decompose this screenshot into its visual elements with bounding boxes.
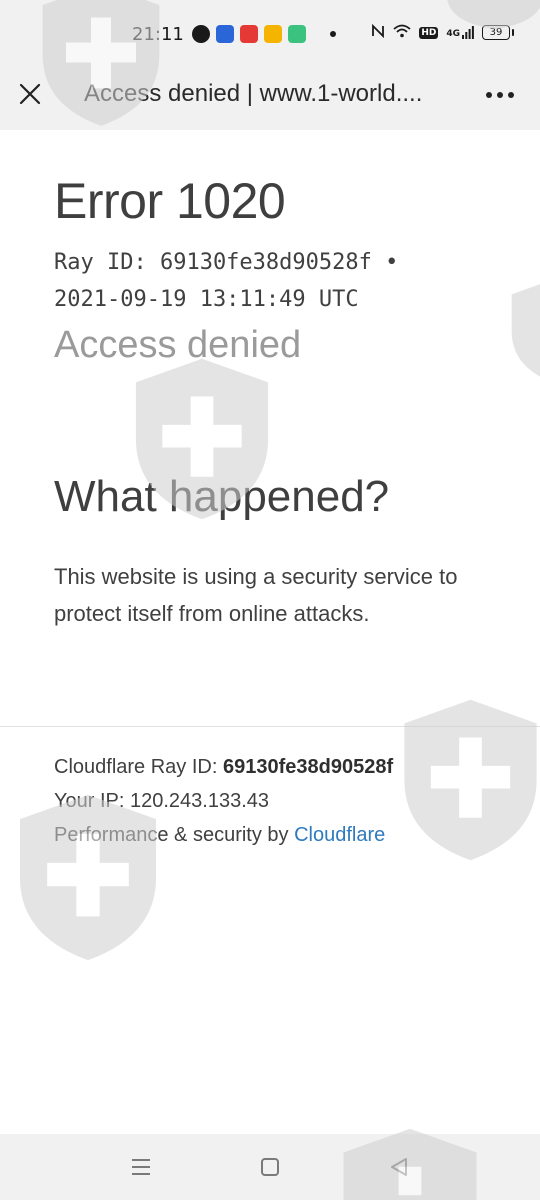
battery-icon: 39: [482, 25, 514, 40]
access-denied-heading: Access denied: [54, 324, 302, 366]
shield-cross-icon: [404, 699, 537, 861]
wifi-icon: [393, 24, 411, 41]
footer-performance: Performance & security by Cloudflare: [54, 824, 385, 847]
timestamp-line: 2021-09-19 13:11:49 UTC: [54, 287, 359, 312]
close-icon: [19, 83, 41, 105]
more-notifications-dot: [330, 31, 336, 37]
status-time: 21:11: [132, 24, 184, 45]
nav-back-button[interactable]: [384, 1154, 414, 1180]
shield-cross-icon: [511, 284, 540, 377]
footer-ray-value: 69130fe38d90528f: [222, 756, 394, 778]
more-icon: [486, 92, 514, 98]
more-options-button[interactable]: [482, 80, 518, 110]
menu-icon: [132, 1159, 150, 1175]
close-button[interactable]: [14, 78, 46, 110]
footer-ip: Your IP: 120.243.133.43: [54, 790, 269, 812]
ray-id-line: Ray ID: 69130fe38d90528f •: [54, 250, 399, 275]
signal-icon: 4G: [446, 26, 474, 39]
divider: [0, 726, 540, 727]
app-icon-3: [240, 25, 258, 43]
app-icon-1: [192, 25, 210, 43]
back-icon: [391, 1158, 407, 1176]
hd-badge: HD: [419, 26, 439, 39]
footer-perf-label: Performance & security by: [54, 824, 295, 846]
description-text: This website is using a security service…: [54, 564, 458, 626]
cloudflare-link[interactable]: Cloudflare: [294, 824, 385, 846]
footer-ray-label: Cloudflare Ray ID:: [54, 756, 223, 778]
system-nav-bar: [0, 1134, 540, 1200]
what-happened-heading: What happened?: [54, 472, 390, 521]
nav-home-button[interactable]: [255, 1154, 285, 1180]
home-icon: [261, 1158, 279, 1176]
footer-ray-id: Cloudflare Ray ID: 69130fe38d90528f: [54, 756, 393, 779]
app-icon-4: [264, 25, 282, 43]
page-title: Access denied | www.1-world....: [84, 80, 423, 107]
browser-toolbar: Access denied | www.1-world....: [0, 62, 540, 130]
notification-icons: [192, 25, 336, 43]
shield-cross-icon: [19, 794, 157, 961]
error-title: Error 1020: [54, 173, 286, 229]
system-icons: HD 4G 39: [371, 23, 514, 41]
nfc-icon: [371, 23, 385, 41]
app-icon-2: [216, 25, 234, 43]
status-bar: 21:11 HD 4G 39: [0, 0, 540, 62]
nav-menu-button[interactable]: [126, 1154, 156, 1180]
app-icon-5: [288, 25, 306, 43]
network-type: 4G: [446, 29, 460, 39]
